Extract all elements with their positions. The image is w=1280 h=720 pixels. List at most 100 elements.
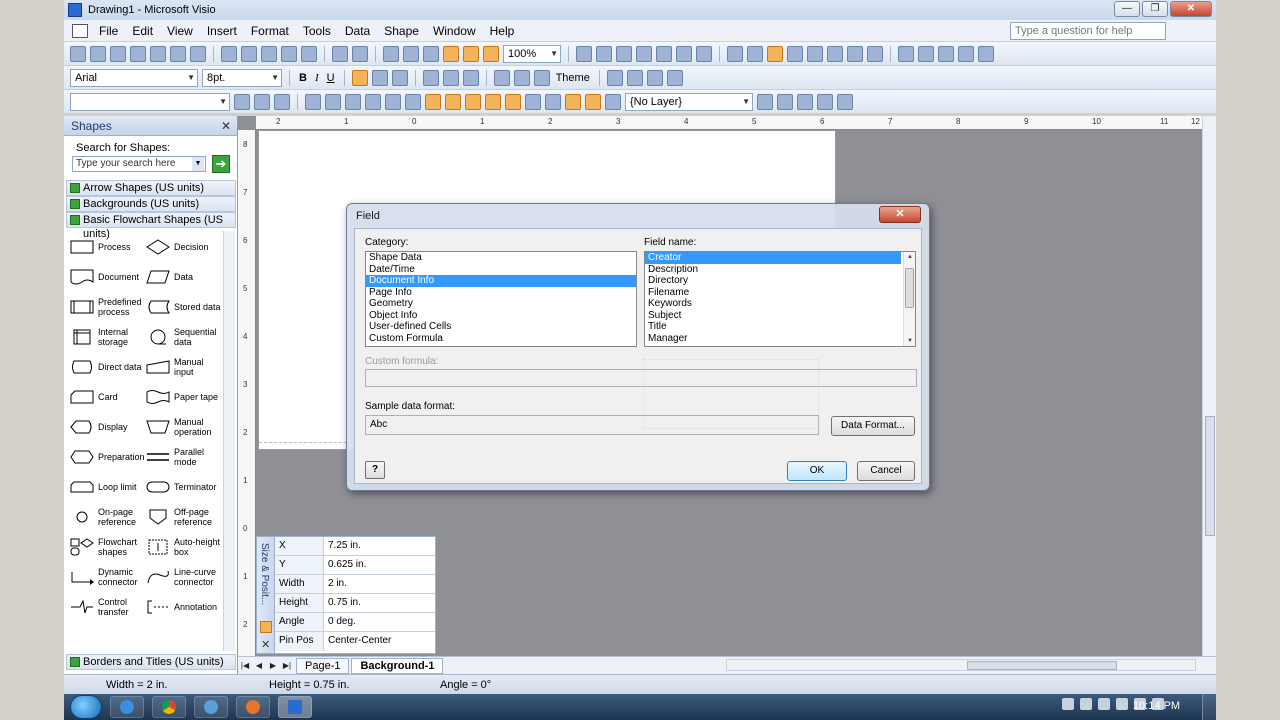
format-painter-icon[interactable] bbox=[301, 45, 317, 62]
field-name-list[interactable]: Creator Description Directory Filename K… bbox=[644, 251, 916, 347]
folder-tray-icon[interactable] bbox=[1080, 698, 1092, 710]
size-position-titlebar[interactable]: Size & Posit... ✕ bbox=[257, 537, 275, 653]
text-tool-icon[interactable] bbox=[443, 45, 459, 62]
tab-background-1[interactable]: Background-1 bbox=[351, 657, 444, 674]
stencil-scrollbar[interactable] bbox=[223, 231, 235, 651]
underline-button[interactable]: U bbox=[325, 72, 337, 84]
antivirus-tray-icon[interactable] bbox=[1098, 698, 1110, 710]
open-icon[interactable] bbox=[90, 45, 106, 62]
undo-icon[interactable] bbox=[332, 45, 348, 62]
shadow-icon[interactable] bbox=[797, 93, 813, 110]
network-tray-icon[interactable] bbox=[1116, 698, 1128, 710]
help-button[interactable]: ? bbox=[365, 461, 385, 479]
chevron-down-icon[interactable]: ▼ bbox=[192, 157, 204, 171]
arc-tool-icon[interactable] bbox=[656, 45, 672, 62]
shape-data[interactable]: Data bbox=[146, 262, 222, 292]
italic-button[interactable]: I bbox=[313, 72, 321, 84]
category-item[interactable]: Date/Time bbox=[366, 264, 636, 276]
shape-direct-data[interactable]: Direct data bbox=[70, 352, 146, 382]
theme-button[interactable]: Theme bbox=[554, 72, 592, 84]
sp-value[interactable]: 0.75 in. bbox=[324, 594, 435, 612]
stencil-basic-flowchart[interactable]: Basic Flowchart Shapes (US units) bbox=[66, 212, 236, 240]
zoom-tool-icon[interactable] bbox=[545, 93, 561, 110]
rotate-icon[interactable] bbox=[385, 93, 401, 110]
sp-value[interactable]: 0 deg. bbox=[324, 613, 435, 631]
increase-indent-icon[interactable] bbox=[462, 69, 479, 86]
menu-window[interactable]: Window bbox=[426, 20, 483, 42]
line-weight-icon[interactable] bbox=[606, 69, 623, 86]
snap-vertices-icon[interactable] bbox=[525, 93, 541, 110]
sp-value[interactable]: 0.625 in. bbox=[324, 556, 435, 574]
sp-row-width[interactable]: Width 2 in. bbox=[275, 575, 435, 594]
field-item[interactable]: Filename bbox=[645, 287, 915, 299]
bullets-icon[interactable] bbox=[422, 69, 439, 86]
taskbar-media-player[interactable] bbox=[194, 696, 228, 718]
size-position-icon[interactable] bbox=[767, 45, 783, 62]
field-item[interactable]: Title bbox=[645, 321, 915, 333]
taskbar-ie[interactable] bbox=[110, 696, 144, 718]
line-color-icon[interactable] bbox=[513, 69, 530, 86]
close-icon[interactable]: ✕ bbox=[221, 119, 231, 133]
document-menu-icon[interactable] bbox=[72, 23, 88, 38]
shape-card[interactable]: Card bbox=[70, 382, 146, 412]
field-item[interactable]: Description bbox=[645, 264, 915, 276]
align-right-icon[interactable] bbox=[391, 69, 408, 86]
menu-insert[interactable]: Insert bbox=[200, 20, 244, 42]
shape-preparation[interactable]: Preparation bbox=[70, 442, 146, 472]
rectangle-tool-icon[interactable] bbox=[596, 45, 612, 62]
custom-properties-icon[interactable] bbox=[807, 45, 823, 62]
snap-icon[interactable] bbox=[425, 93, 441, 110]
minimize-button[interactable]: — bbox=[1114, 1, 1140, 17]
snap-guides-icon[interactable] bbox=[485, 93, 501, 110]
field-item[interactable]: Keywords bbox=[645, 298, 915, 310]
tab-page-1[interactable]: Page-1 bbox=[296, 657, 350, 674]
help-icon[interactable] bbox=[576, 45, 592, 62]
taskbar-visio[interactable] bbox=[278, 696, 312, 718]
connection-point-tool-icon[interactable] bbox=[463, 45, 479, 62]
custom-formula-input[interactable] bbox=[365, 369, 917, 387]
taskbar-firefox[interactable] bbox=[236, 696, 270, 718]
taskbar-chrome[interactable] bbox=[152, 696, 186, 718]
redo-icon[interactable] bbox=[352, 45, 368, 62]
taskbar-clock[interactable]: 10:14 PM bbox=[1133, 700, 1180, 712]
glue-shapes-icon[interactable] bbox=[565, 93, 581, 110]
cut-icon[interactable] bbox=[221, 45, 237, 62]
shape-control-transfer[interactable]: Control transfer bbox=[70, 592, 146, 622]
toolbar-options-icon[interactable] bbox=[837, 93, 853, 110]
search-go-arrow-icon[interactable]: ➔ bbox=[212, 155, 230, 173]
flip-icon[interactable] bbox=[405, 93, 421, 110]
sp-row-angle[interactable]: Angle 0 deg. bbox=[275, 613, 435, 632]
canvas-vertical-scrollbar[interactable] bbox=[1202, 116, 1216, 656]
toolbar-options-icon[interactable] bbox=[666, 69, 683, 86]
first-page-icon[interactable]: |◀ bbox=[238, 661, 252, 670]
connect-shapes-icon[interactable] bbox=[274, 93, 290, 110]
line-ends-icon[interactable] bbox=[646, 69, 663, 86]
last-page-icon[interactable]: ▶| bbox=[280, 661, 294, 670]
scrollbar-thumb[interactable] bbox=[905, 268, 914, 308]
category-list[interactable]: Shape Data Date/Time Document Info Page … bbox=[365, 251, 637, 347]
bring-to-front-icon[interactable] bbox=[345, 93, 361, 110]
prev-page-icon[interactable]: ◀ bbox=[252, 661, 266, 670]
shape-internal-storage[interactable]: Internal storage bbox=[70, 322, 146, 352]
mail-icon[interactable] bbox=[938, 45, 954, 62]
menu-tools[interactable]: Tools bbox=[296, 20, 338, 42]
menu-view[interactable]: View bbox=[160, 20, 200, 42]
printer-tray-icon[interactable] bbox=[1062, 698, 1074, 710]
delete-icon[interactable] bbox=[281, 45, 297, 62]
pan-zoom-icon[interactable] bbox=[787, 45, 803, 62]
shape-search-input[interactable]: Type your search here bbox=[72, 156, 206, 172]
dialog-close-button[interactable]: ✕ bbox=[879, 206, 921, 223]
shape-predefined-process[interactable]: Predefined process bbox=[70, 292, 146, 322]
new-icon[interactable] bbox=[70, 45, 86, 62]
sp-row-pin-pos[interactable]: Pin Pos Center-Center bbox=[275, 632, 435, 651]
font-color-icon[interactable] bbox=[493, 69, 510, 86]
sp-value[interactable]: 2 in. bbox=[324, 575, 435, 593]
ungroup-icon[interactable] bbox=[325, 93, 341, 110]
shape-annotation[interactable]: Annotation bbox=[146, 592, 222, 622]
visio-app-icon[interactable] bbox=[68, 3, 82, 17]
shape-decision[interactable]: Decision bbox=[146, 232, 222, 262]
pointer-tool-icon[interactable] bbox=[403, 45, 419, 62]
shape-paper-tape[interactable]: Paper tape bbox=[146, 382, 222, 412]
security-icon[interactable] bbox=[958, 45, 974, 62]
stamp-tool-icon[interactable] bbox=[483, 45, 499, 62]
